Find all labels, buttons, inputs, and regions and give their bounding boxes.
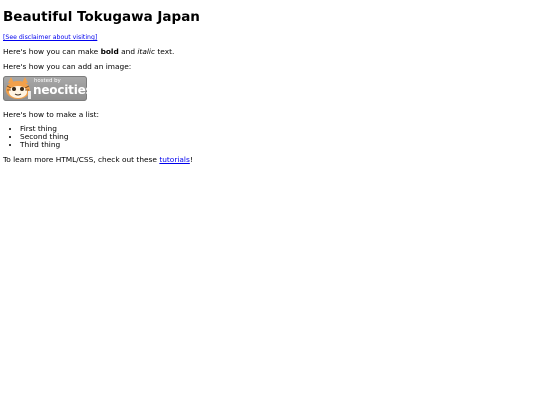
format-middle: and <box>118 46 138 56</box>
format-suffix: text. <box>155 46 175 56</box>
list-intro: Here's how to make a list: <box>3 110 99 120</box>
list-item: First thing <box>20 124 537 133</box>
list-item: Second thing <box>20 132 537 141</box>
italic-word: italic <box>137 46 156 56</box>
learn-paragraph: To learn more HTML/CSS, check out these … <box>3 155 537 164</box>
image-paragraph: Here's how you can add an image: <box>3 62 132 72</box>
neocities-cat-icon <box>6 77 31 100</box>
bold-word: bold <box>100 46 119 56</box>
format-paragraph: Here's how you can make bold and italic … <box>3 47 537 56</box>
neocities-badge[interactable]: hosted by neocities <box>3 76 93 102</box>
neocities-badge-wrapper: hosted by neocities <box>3 76 537 102</box>
disclaimer-link[interactable]: [See disclaimer about visiting] <box>3 34 97 42</box>
thing-list: First thing Second thing Third thing <box>3 124 537 150</box>
page-title: Beautiful Tokugawa Japan <box>3 9 200 25</box>
learn-suffix: ! <box>189 154 193 164</box>
list-item: Third thing <box>20 140 537 149</box>
format-prefix: Here's how you can make <box>3 46 101 56</box>
tutorials-link[interactable]: tutorials <box>159 155 190 164</box>
badge-big-text: neocities <box>33 83 93 98</box>
learn-prefix: To learn more HTML/CSS, check out these <box>3 154 160 164</box>
page-body: Beautiful Tokugawa Japan [See disclaimer… <box>0 0 540 405</box>
